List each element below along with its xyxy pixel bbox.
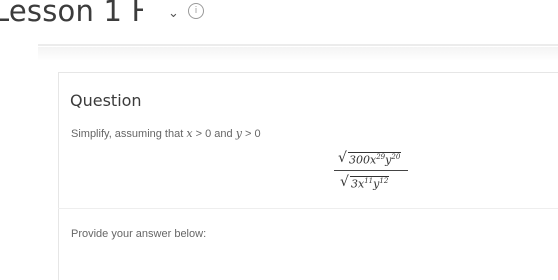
header-shadow (38, 47, 558, 61)
lesson-title[interactable]: Lesson 1 Homework (0, 0, 143, 29)
condition-x: > 0 and (192, 128, 236, 140)
header-divider (38, 44, 558, 46)
fraction-bar (334, 170, 408, 171)
top-bar: Lesson 1 Homework ⌄ i (0, 0, 558, 38)
question-instruction: Simplify, assuming that x > 0 and y > 0 (71, 127, 261, 140)
section-divider (58, 208, 558, 209)
denominator-y-exp: 12 (379, 177, 389, 185)
denominator-coef: 3 (351, 177, 358, 191)
numerator-x-exp: 29 (376, 153, 386, 161)
answer-prompt: Provide your answer below: (71, 228, 207, 240)
numerator-y-exp: 20 (391, 153, 401, 161)
radical-icon: √ (340, 174, 349, 190)
numerator-coef: 300 (349, 153, 370, 167)
numerator-radicand: 300x29y20 (348, 152, 402, 167)
denominator-x-exp: 11 (364, 177, 374, 185)
condition-y: > 0 (241, 128, 261, 140)
info-icon[interactable]: i (188, 3, 204, 19)
question-heading: Question (70, 91, 142, 110)
math-expression: √ 300x29y20 √ 3x11y12 (334, 150, 424, 191)
lesson-title-clip: Lesson 1 Homework (0, 0, 153, 30)
denominator-radicand: 3x11y12 (350, 176, 390, 191)
chevron-down-icon[interactable]: ⌄ (168, 6, 179, 21)
instruction-text: Simplify, assuming that (71, 128, 187, 140)
radical-icon: √ (338, 150, 347, 166)
